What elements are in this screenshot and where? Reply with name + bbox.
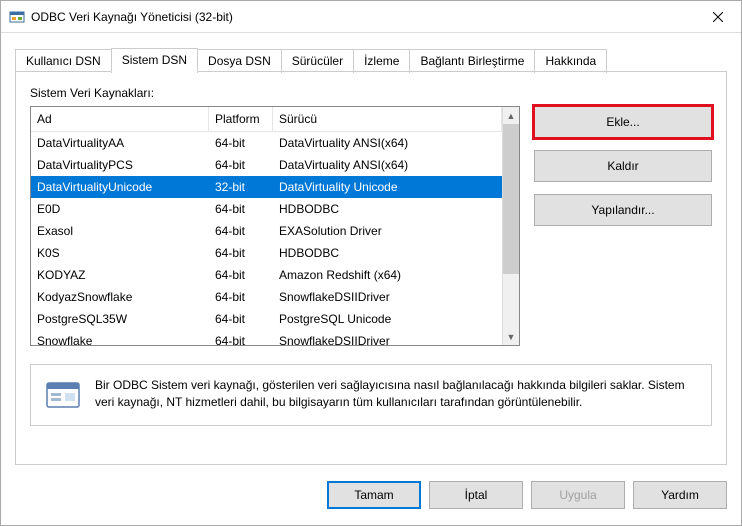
cell-name: K0S [31, 246, 209, 260]
cell-platform: 64-bit [209, 224, 273, 238]
column-header-platform[interactable]: Platform [209, 107, 273, 131]
table-row[interactable]: DataVirtualityAA64-bitDataVirtuality ANS… [31, 132, 502, 154]
cell-driver: PostgreSQL Unicode [273, 312, 502, 326]
cell-platform: 32-bit [209, 180, 273, 194]
remove-button[interactable]: Kaldır [534, 150, 712, 182]
odbc-admin-window: ODBC Veri Kaynağı Yöneticisi (32-bit) Ku… [0, 0, 742, 526]
app-icon [9, 9, 25, 25]
column-header-driver[interactable]: Sürücü [273, 107, 502, 131]
tab-panel-system-dsn: Sistem Veri Kaynakları: Ad Platform Sürü… [15, 71, 727, 465]
cell-driver: HDBODBC [273, 246, 502, 260]
tab-system-dsn[interactable]: Sistem DSN [111, 48, 198, 72]
titlebar: ODBC Veri Kaynağı Yöneticisi (32-bit) [1, 1, 741, 33]
cell-name: DataVirtualityAA [31, 136, 209, 150]
tab-tracing[interactable]: İzleme [353, 49, 410, 73]
dsn-list[interactable]: Ad Platform Sürücü DataVirtualityAA64-bi… [30, 106, 520, 346]
info-text: Bir ODBC Sistem veri kaynağı, gösterilen… [95, 377, 697, 411]
cell-name: DataVirtualityUnicode [31, 180, 209, 194]
table-row[interactable]: DataVirtualityUnicode32-bitDataVirtualit… [31, 176, 502, 198]
cell-platform: 64-bit [209, 136, 273, 150]
cell-platform: 64-bit [209, 158, 273, 172]
cell-driver: SnowflakeDSIIDriver [273, 290, 502, 304]
cell-platform: 64-bit [209, 290, 273, 304]
cell-platform: 64-bit [209, 246, 273, 260]
ok-button[interactable]: Tamam [327, 481, 421, 509]
panel-row: Ad Platform Sürücü DataVirtualityAA64-bi… [30, 106, 712, 346]
scroll-track[interactable] [503, 274, 519, 328]
scroll-down-icon[interactable]: ▼ [503, 328, 519, 345]
content-area: Kullanıcı DSN Sistem DSN Dosya DSN Sürüc… [1, 33, 741, 465]
dsn-list-header: Ad Platform Sürücü [31, 107, 502, 132]
window-title: ODBC Veri Kaynağı Yöneticisi (32-bit) [31, 10, 695, 24]
tab-drivers[interactable]: Sürücüler [281, 49, 354, 73]
cancel-button[interactable]: İptal [429, 481, 523, 509]
info-icon [45, 377, 81, 413]
cell-name: PostgreSQL35W [31, 312, 209, 326]
cell-name: Exasol [31, 224, 209, 238]
cell-platform: 64-bit [209, 268, 273, 282]
cell-platform: 64-bit [209, 312, 273, 326]
tab-file-dsn[interactable]: Dosya DSN [197, 49, 282, 73]
dsn-list-body: DataVirtualityAA64-bitDataVirtuality ANS… [31, 132, 502, 345]
help-button[interactable]: Yardım [633, 481, 727, 509]
tab-connection-pooling[interactable]: Bağlantı Birleştirme [409, 49, 535, 73]
scroll-thumb[interactable] [503, 124, 519, 274]
table-row[interactable]: Snowflake64-bitSnowflakeDSIIDriver [31, 330, 502, 345]
cell-driver: HDBODBC [273, 202, 502, 216]
cell-driver: Amazon Redshift (x64) [273, 268, 502, 282]
vertical-scrollbar[interactable]: ▲ ▼ [502, 107, 519, 345]
cell-name: E0D [31, 202, 209, 216]
close-icon [713, 12, 723, 22]
cell-driver: SnowflakeDSIIDriver [273, 334, 502, 345]
cell-name: KODYAZ [31, 268, 209, 282]
cell-driver: DataVirtuality ANSI(x64) [273, 158, 502, 172]
tab-about[interactable]: Hakkında [534, 49, 607, 73]
table-row[interactable]: KodyazSnowflake64-bitSnowflakeDSIIDriver [31, 286, 502, 308]
table-row[interactable]: KODYAZ64-bitAmazon Redshift (x64) [31, 264, 502, 286]
cell-name: KodyazSnowflake [31, 290, 209, 304]
cell-driver: DataVirtuality Unicode [273, 180, 502, 194]
table-row[interactable]: Exasol64-bitEXASolution Driver [31, 220, 502, 242]
info-box: Bir ODBC Sistem veri kaynağı, gösterilen… [30, 364, 712, 426]
close-button[interactable] [695, 2, 741, 32]
table-row[interactable]: E0D64-bitHDBODBC [31, 198, 502, 220]
side-buttons: Ekle... Kaldır Yapılandır... [534, 106, 712, 346]
cell-driver: DataVirtuality ANSI(x64) [273, 136, 502, 150]
dsn-list-inner: Ad Platform Sürücü DataVirtualityAA64-bi… [31, 107, 502, 345]
column-header-name[interactable]: Ad [31, 107, 209, 131]
apply-button[interactable]: Uygula [531, 481, 625, 509]
table-row[interactable]: PostgreSQL35W64-bitPostgreSQL Unicode [31, 308, 502, 330]
add-button[interactable]: Ekle... [534, 106, 712, 138]
cell-name: Snowflake [31, 334, 209, 345]
table-row[interactable]: K0S64-bitHDBODBC [31, 242, 502, 264]
tab-user-dsn[interactable]: Kullanıcı DSN [15, 49, 112, 73]
cell-platform: 64-bit [209, 334, 273, 345]
scroll-up-icon[interactable]: ▲ [503, 107, 519, 124]
dsn-list-label: Sistem Veri Kaynakları: [30, 86, 712, 100]
dialog-footer: Tamam İptal Uygula Yardım [1, 465, 741, 525]
cell-name: DataVirtualityPCS [31, 158, 209, 172]
tab-strip: Kullanıcı DSN Sistem DSN Dosya DSN Sürüc… [15, 47, 727, 71]
table-row[interactable]: DataVirtualityPCS64-bitDataVirtuality AN… [31, 154, 502, 176]
configure-button[interactable]: Yapılandır... [534, 194, 712, 226]
cell-platform: 64-bit [209, 202, 273, 216]
cell-driver: EXASolution Driver [273, 224, 502, 238]
